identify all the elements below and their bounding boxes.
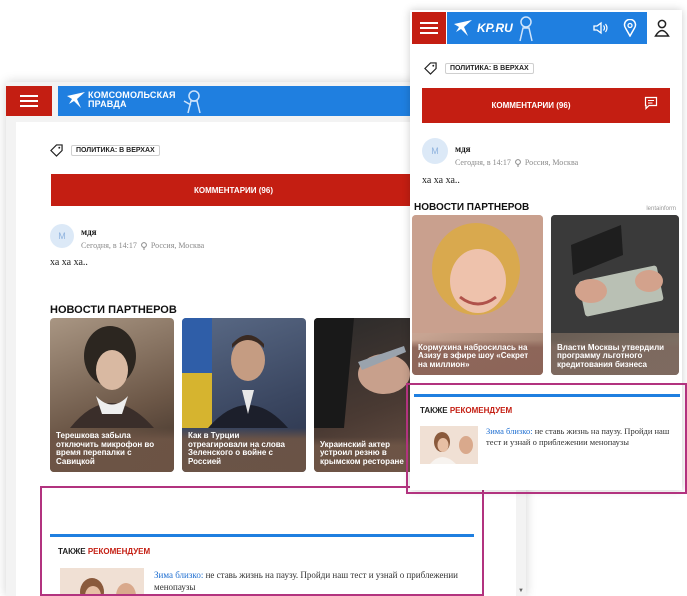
partner-card[interactable]: Власти Москвы утвердили программу льготн… xyxy=(551,215,679,375)
logo-text: КОМСОМОЛЬСКАЯ ПРАВДА xyxy=(88,90,176,109)
site-logo[interactable]: КОМСОМОЛЬСКАЯ ПРАВДА xyxy=(58,86,418,116)
logo-bird-icon xyxy=(454,20,472,36)
partner-card-caption: Украинский актер устроил резню в крымско… xyxy=(314,436,416,472)
comment-location: Россия, Москва xyxy=(150,241,205,250)
map-pin-icon[interactable] xyxy=(623,19,637,37)
menu-button[interactable] xyxy=(412,12,446,44)
mobile-header: KP.RU xyxy=(410,10,682,46)
comment-text: ха ха ха.. xyxy=(50,257,88,268)
comment-author: мдя xyxy=(455,144,471,154)
partner-card-caption: Власти Москвы утвердили программу льготн… xyxy=(551,339,679,375)
comment-icon xyxy=(644,96,658,110)
site-logo[interactable]: KP.RU xyxy=(447,12,647,44)
partners-title: НОВОСТИ ПАРТНЕРОВ xyxy=(50,304,177,316)
partners-source[interactable]: lentainform xyxy=(646,206,676,212)
partner-card-caption: Терешкова забыла отключить микрофон во в… xyxy=(50,428,174,472)
comment-author: мдя xyxy=(81,227,97,237)
sound-icon[interactable] xyxy=(593,21,609,35)
menu-icon xyxy=(20,95,38,107)
scroll-down-icon[interactable]: ▼ xyxy=(518,588,524,594)
comment-location: Россия, Москва xyxy=(524,158,579,167)
comment-time: Сегодня, в 14:17 xyxy=(455,158,511,167)
highlight-frame xyxy=(40,486,484,596)
tag-icon xyxy=(424,62,437,75)
partner-card[interactable]: Как в Турции отреагировали на слова Зеле… xyxy=(182,318,306,472)
category-tag[interactable]: ПОЛИТИКА: В ВЕРХАХ xyxy=(445,63,534,74)
location-icon xyxy=(514,158,521,167)
card-photo xyxy=(314,318,410,428)
logo-bird-icon xyxy=(67,92,85,108)
menu-icon xyxy=(420,22,438,34)
mascot-icon xyxy=(519,16,533,42)
category-tag[interactable]: ПОЛИТИКА: В ВЕРХАХ xyxy=(71,145,160,156)
comment-meta: Сегодня, в 14:17 Россия, Москва xyxy=(455,158,578,167)
comment-time: Сегодня, в 14:17 xyxy=(81,241,137,250)
comments-button[interactable]: КОММЕНТАРИИ (96) xyxy=(422,88,670,123)
tag-row: ПОЛИТИКА: В ВЕРХАХ xyxy=(50,144,160,157)
avatar: М xyxy=(422,138,448,164)
partners-title: НОВОСТИ ПАРТНЕРОВ xyxy=(414,202,530,213)
highlight-frame xyxy=(406,383,687,494)
partner-card-caption: Кормухина набросилась на Азизу в эфире ш… xyxy=(412,339,543,375)
menu-button[interactable] xyxy=(6,86,52,116)
partner-card[interactable]: Украинский актер устроил резню в крымско… xyxy=(314,318,416,472)
comments-button[interactable]: КОММЕНТАРИИ (96) xyxy=(51,174,416,206)
card-photo xyxy=(412,215,543,333)
tag-icon xyxy=(50,144,63,157)
card-photo xyxy=(182,318,288,428)
comment-meta: Сегодня, в 14:17 Россия, Москва xyxy=(81,241,204,250)
comment-text: ха ха ха.. xyxy=(422,175,460,186)
mascot-icon xyxy=(183,90,201,114)
comments-button-label: КОММЕНТАРИИ (96) xyxy=(491,101,571,110)
card-photo xyxy=(551,215,679,333)
logo-text: KP.RU xyxy=(477,21,513,35)
avatar: М xyxy=(50,224,74,248)
user-icon[interactable] xyxy=(654,19,670,37)
partner-card-caption: Как в Турции отреагировали на слова Зеле… xyxy=(182,428,306,472)
partner-card[interactable]: Кормухина набросилась на Азизу в эфире ш… xyxy=(412,215,543,375)
location-icon xyxy=(140,241,147,250)
partner-card[interactable]: Терешкова забыла отключить микрофон во в… xyxy=(50,318,174,472)
card-photo xyxy=(70,326,154,428)
tag-row: ПОЛИТИКА: В ВЕРХАХ xyxy=(424,62,534,75)
